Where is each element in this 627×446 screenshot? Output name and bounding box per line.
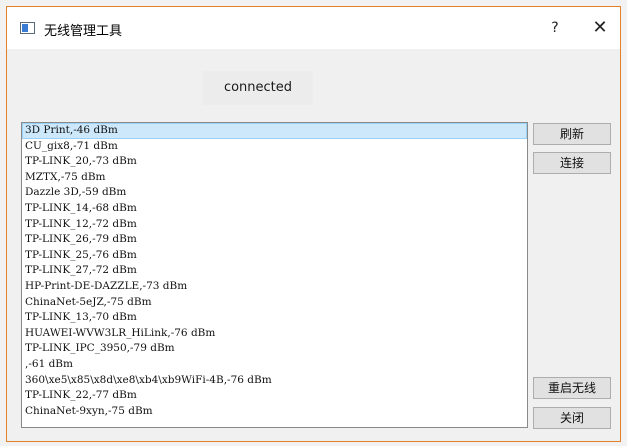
list-item[interactable]: TP-LINK_25,-76 dBm bbox=[22, 248, 527, 264]
list-item[interactable]: 360\xe5\x85\x8d\xe8\xb4\xb9WiFi-4B,-76 d… bbox=[22, 373, 527, 389]
list-item[interactable]: TP-LINK_27,-72 dBm bbox=[22, 263, 527, 279]
list-item[interactable]: ,-61 dBm bbox=[22, 357, 527, 373]
list-item[interactable]: ChinaNet-9xyn,-75 dBm bbox=[22, 404, 527, 420]
connect-button[interactable]: 连接 bbox=[533, 152, 611, 174]
page: 无线管理工具 ? ✕ connected 3D Print,-46 dBm CU_… bbox=[0, 0, 627, 446]
dialog-window: 无线管理工具 ? ✕ connected 3D Print,-46 dBm CU_… bbox=[6, 6, 621, 442]
list-item[interactable]: MZTX,-75 dBm bbox=[22, 170, 527, 186]
connection-status-label: connected bbox=[203, 71, 313, 105]
list-item[interactable]: HP-Print-DE-DAZZLE,-73 dBm bbox=[22, 279, 527, 295]
list-item[interactable]: TP-LINK_26,-79 dBm bbox=[22, 232, 527, 248]
list-item[interactable]: 3D Print,-46 dBm bbox=[22, 123, 527, 139]
list-item[interactable]: TP-LINK_14,-68 dBm bbox=[22, 201, 527, 217]
wifi-network-list[interactable]: 3D Print,-46 dBm CU_gix8,-71 dBm TP-LINK_2… bbox=[21, 122, 528, 428]
help-button[interactable]: ? bbox=[543, 15, 567, 41]
list-item[interactable]: TP-LINK_22,-77 dBm bbox=[22, 388, 527, 404]
refresh-button[interactable]: 刷新 bbox=[533, 123, 611, 145]
list-item[interactable]: CU_gix8,-71 dBm bbox=[22, 139, 527, 155]
restart-wireless-button[interactable]: 重启无线 bbox=[533, 377, 611, 399]
list-item[interactable]: Dazzle 3D,-59 dBm bbox=[22, 185, 527, 201]
list-item[interactable]: TP-LINK_IPC_3950,-79 dBm bbox=[22, 341, 527, 357]
title-bar[interactable]: 无线管理工具 ? ✕ bbox=[7, 7, 620, 49]
list-item[interactable]: ChinaNet-5eJZ,-75 dBm bbox=[22, 295, 527, 311]
window-title: 无线管理工具 bbox=[44, 24, 123, 39]
list-item[interactable]: TP-LINK_13,-70 dBm bbox=[22, 310, 527, 326]
close-button[interactable]: 关闭 bbox=[533, 407, 611, 429]
close-window-button[interactable]: ✕ bbox=[587, 15, 613, 41]
list-item[interactable]: TP-LINK_20,-73 dBm bbox=[22, 154, 527, 170]
list-item[interactable]: HUAWEI-WVW3LR_HiLink,-76 dBm bbox=[22, 326, 527, 342]
app-icon bbox=[20, 22, 35, 34]
list-item[interactable]: TP-LINK_12,-72 dBm bbox=[22, 217, 527, 233]
